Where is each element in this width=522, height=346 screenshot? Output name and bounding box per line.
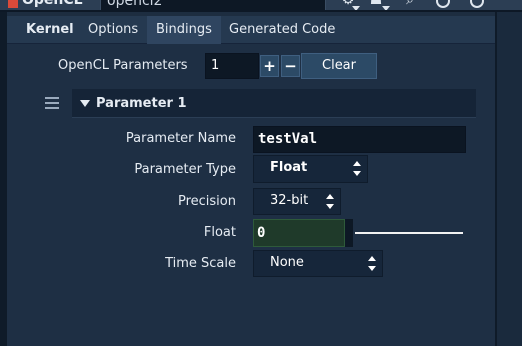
node-name-field[interactable]: opencl2	[100, 0, 326, 10]
add-parameter-button[interactable]: +	[260, 55, 279, 77]
parameter-name-label: Parameter Name	[125, 131, 236, 146]
info-icon[interactable]	[470, 0, 484, 8]
parameter-header[interactable]: Parameter 1	[72, 89, 476, 118]
node-type-label: OpenCL	[22, 0, 83, 8]
clear-button[interactable]: Clear	[301, 53, 377, 79]
parameter-title: Parameter 1	[96, 96, 187, 111]
chevron-down-icon[interactable]	[382, 6, 390, 10]
float-slider-handle[interactable]	[345, 219, 353, 247]
precision-select[interactable]: 32-bit	[253, 188, 341, 215]
float-slider-track[interactable]	[355, 232, 463, 234]
collapse-triangle-icon[interactable]	[80, 100, 90, 107]
float-label: Float	[203, 225, 236, 240]
precision-label: Precision	[177, 194, 236, 209]
opencl-parameters-count-field[interactable]: 1	[205, 53, 259, 79]
updown-arrows-icon	[368, 256, 376, 271]
opencl-parameters-label: OpenCL Parameters	[58, 58, 188, 73]
precision-value: 32-bit	[270, 193, 309, 208]
remove-parameter-button[interactable]: −	[281, 55, 300, 77]
tab-generated-code[interactable]: Generated Code	[220, 16, 344, 44]
search-icon[interactable]: ⌕	[402, 0, 418, 8]
drag-handle-icon[interactable]	[45, 97, 59, 109]
updown-arrows-icon	[353, 161, 361, 176]
chevron-down-icon[interactable]	[352, 6, 360, 10]
node-header: OpenCL opencl2 ⚙ ☗ ⌕	[0, 0, 522, 12]
parameter-type-select[interactable]: Float	[253, 155, 368, 183]
parameter-name-field[interactable]: testVal	[253, 126, 466, 153]
window-frame-left	[0, 0, 7, 346]
tab-bindings[interactable]: Bindings	[147, 16, 221, 44]
tab-bar: Kernel Options Bindings Generated Code	[7, 16, 495, 44]
updown-arrows-icon	[326, 194, 334, 209]
time-scale-select[interactable]: None	[253, 250, 383, 277]
time-scale-label: Time Scale	[165, 256, 236, 271]
time-scale-value: None	[270, 255, 304, 270]
window-frame-right	[495, 0, 522, 346]
help-icon[interactable]	[436, 0, 450, 8]
tab-kernel[interactable]: Kernel	[17, 16, 83, 44]
float-value-field[interactable]: 0	[253, 219, 345, 247]
parameter-type-value: Float	[270, 160, 308, 175]
parameter-type-label: Parameter Type	[134, 162, 236, 177]
tab-options[interactable]: Options	[79, 16, 147, 44]
close-icon[interactable]	[8, 0, 18, 8]
